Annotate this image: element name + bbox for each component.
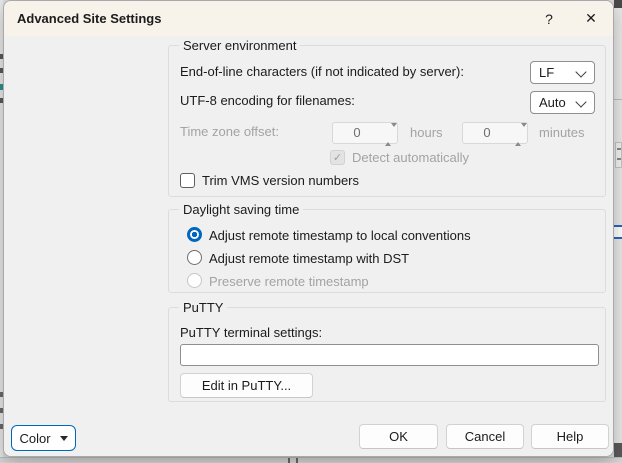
edit-in-putty-button[interactable]: Edit in PuTTY...	[180, 373, 313, 398]
help-button[interactable]: Help	[531, 424, 609, 449]
radio-adjust-local-conventions[interactable]	[187, 227, 202, 242]
chevron-down-icon	[575, 96, 586, 107]
detect-automatically-checkbox: ✓	[330, 150, 345, 165]
background-window-right-edge	[614, 0, 622, 462]
utf8-dropdown[interactable]: Auto	[530, 91, 595, 114]
utf8-dropdown-value: Auto	[539, 92, 566, 113]
eol-label: End-of-line characters (if not indicated…	[180, 64, 464, 80]
group-daylight-saving: Daylight saving time Adjust remote times…	[168, 209, 606, 293]
group-putty: PuTTY PuTTY terminal settings: Edit in P…	[168, 307, 606, 402]
utf8-label: UTF-8 encoding for filenames:	[180, 93, 355, 109]
trim-vms-checkbox[interactable]	[180, 173, 195, 188]
help-icon: ?	[545, 11, 553, 27]
ok-button-label: OK	[389, 429, 408, 444]
radio-adjust-with-dst[interactable]	[187, 250, 202, 265]
chevron-down-icon	[575, 66, 586, 77]
cancel-button[interactable]: Cancel	[446, 424, 524, 449]
timezone-hours-value: 0	[333, 123, 381, 143]
radio-adjust-local-conventions-label[interactable]: Adjust remote timestamp to local convent…	[209, 228, 471, 244]
help-button-label: Help	[557, 429, 584, 444]
putty-settings-label: PuTTY terminal settings:	[180, 325, 322, 341]
timezone-offset-label: Time zone offset:	[180, 124, 279, 140]
dialog-body: Server environment End-of-line character…	[4, 36, 613, 456]
dropdown-arrow-icon	[60, 436, 68, 441]
checkmark-icon: ✓	[333, 152, 342, 164]
radio-preserve-timestamp-label: Preserve remote timestamp	[209, 274, 369, 290]
close-icon: ✕	[585, 10, 597, 27]
eol-dropdown[interactable]: LF	[530, 61, 595, 84]
color-button-label: Color	[19, 431, 50, 446]
help-titlebar-button[interactable]: ?	[535, 4, 563, 33]
close-button[interactable]: ✕	[577, 4, 605, 33]
putty-settings-input[interactable]	[180, 344, 599, 366]
ok-button[interactable]: OK	[359, 424, 438, 449]
spinner-arrows-icon	[385, 127, 393, 142]
cancel-button-label: Cancel	[465, 429, 505, 444]
trim-vms-label[interactable]: Trim VMS version numbers	[202, 173, 359, 189]
timezone-hours-spinner: 0	[332, 122, 398, 144]
group-putty-title: PuTTY	[179, 299, 227, 316]
eol-dropdown-value: LF	[539, 62, 554, 83]
timezone-minutes-value: 0	[463, 123, 511, 143]
radio-adjust-with-dst-label[interactable]: Adjust remote timestamp with DST	[209, 251, 409, 267]
spinner-arrows-icon	[515, 127, 523, 142]
group-server-environment-title: Server environment	[179, 37, 300, 54]
timezone-minutes-spinner: 0	[462, 122, 528, 144]
group-server-environment: Server environment End-of-line character…	[168, 45, 606, 197]
edit-in-putty-button-label: Edit in PuTTY...	[202, 378, 291, 393]
minutes-unit-label: minutes	[539, 125, 585, 141]
background-window-bottom-edge	[0, 457, 622, 462]
titlebar[interactable]: Advanced Site Settings ? ✕	[4, 1, 613, 36]
color-dropdown-button[interactable]: Color	[11, 425, 76, 451]
advanced-site-settings-dialog: Advanced Site Settings ? ✕ Server enviro…	[3, 0, 614, 457]
dialog-title: Advanced Site Settings	[17, 1, 161, 36]
hours-unit-label: hours	[410, 125, 443, 141]
detect-automatically-label: Detect automatically	[352, 150, 469, 166]
group-daylight-saving-title: Daylight saving time	[179, 201, 303, 218]
radio-preserve-timestamp	[187, 273, 202, 288]
